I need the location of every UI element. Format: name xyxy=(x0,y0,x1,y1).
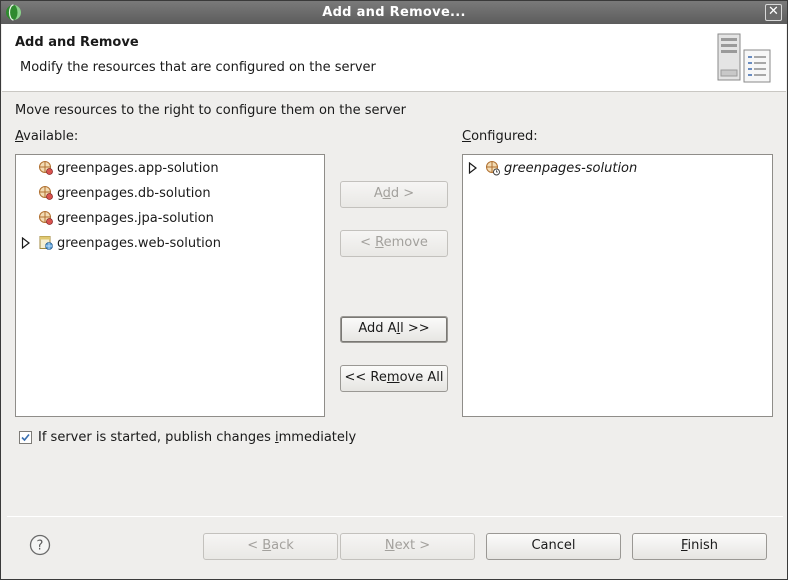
footer-separator xyxy=(7,516,783,517)
back-button[interactable]: < Back xyxy=(203,533,338,560)
available-label: Available: xyxy=(15,129,79,144)
expand-arrow-icon[interactable] xyxy=(21,237,31,249)
close-icon[interactable]: ✕ xyxy=(765,4,782,21)
add-button[interactable]: Add > xyxy=(340,181,448,208)
remove-all-button[interactable]: << Remove All xyxy=(340,365,448,392)
bundle-icon xyxy=(39,161,53,175)
list-item[interactable]: greenpages.jpa-solution xyxy=(16,207,324,229)
server-wizard-banner-icon xyxy=(717,33,771,83)
help-icon[interactable]: ? xyxy=(29,534,51,556)
wizard-header: Add and Remove Modify the resources that… xyxy=(2,24,786,92)
header-description: Modify the resources that are configured… xyxy=(20,60,376,75)
finish-button[interactable]: Finish xyxy=(632,533,767,560)
list-item[interactable]: greenpages-solution xyxy=(463,157,772,179)
cancel-button[interactable]: Cancel xyxy=(486,533,621,560)
svg-text:?: ? xyxy=(37,539,44,554)
web-bundle-icon xyxy=(39,236,53,250)
header-title: Add and Remove xyxy=(15,35,139,50)
bundle-icon xyxy=(39,211,53,225)
list-item[interactable]: greenpages.db-solution xyxy=(16,182,324,204)
expand-arrow-icon[interactable] xyxy=(468,162,478,174)
add-all-button[interactable]: Add All >> xyxy=(340,316,448,343)
window-title: Add and Remove... xyxy=(322,5,466,20)
list-item[interactable]: greenpages.web-solution xyxy=(16,232,324,254)
configured-list[interactable]: greenpages-solution xyxy=(462,154,773,417)
checkmark-icon xyxy=(21,433,30,442)
instruction-text: Move resources to the right to configure… xyxy=(15,103,406,118)
plan-icon xyxy=(486,161,500,176)
available-list[interactable]: greenpages.app-solution greenpages.db-so… xyxy=(15,154,325,417)
publish-changes-checkbox[interactable] xyxy=(19,431,32,444)
configured-label: Configured: xyxy=(462,129,538,144)
bundle-icon xyxy=(39,186,53,200)
next-button[interactable]: Next > xyxy=(340,533,475,560)
publish-changes-label: If server is started, publish changes im… xyxy=(38,430,357,445)
title-bar[interactable]: Add and Remove... ✕ xyxy=(1,1,787,24)
list-item[interactable]: greenpages.app-solution xyxy=(16,157,324,179)
add-remove-dialog: Add and Remove... ✕ Add and Remove Modif… xyxy=(0,0,788,580)
publish-changes-checkbox-row[interactable]: If server is started, publish changes im… xyxy=(19,430,356,445)
remove-button[interactable]: < Remove xyxy=(340,230,448,257)
